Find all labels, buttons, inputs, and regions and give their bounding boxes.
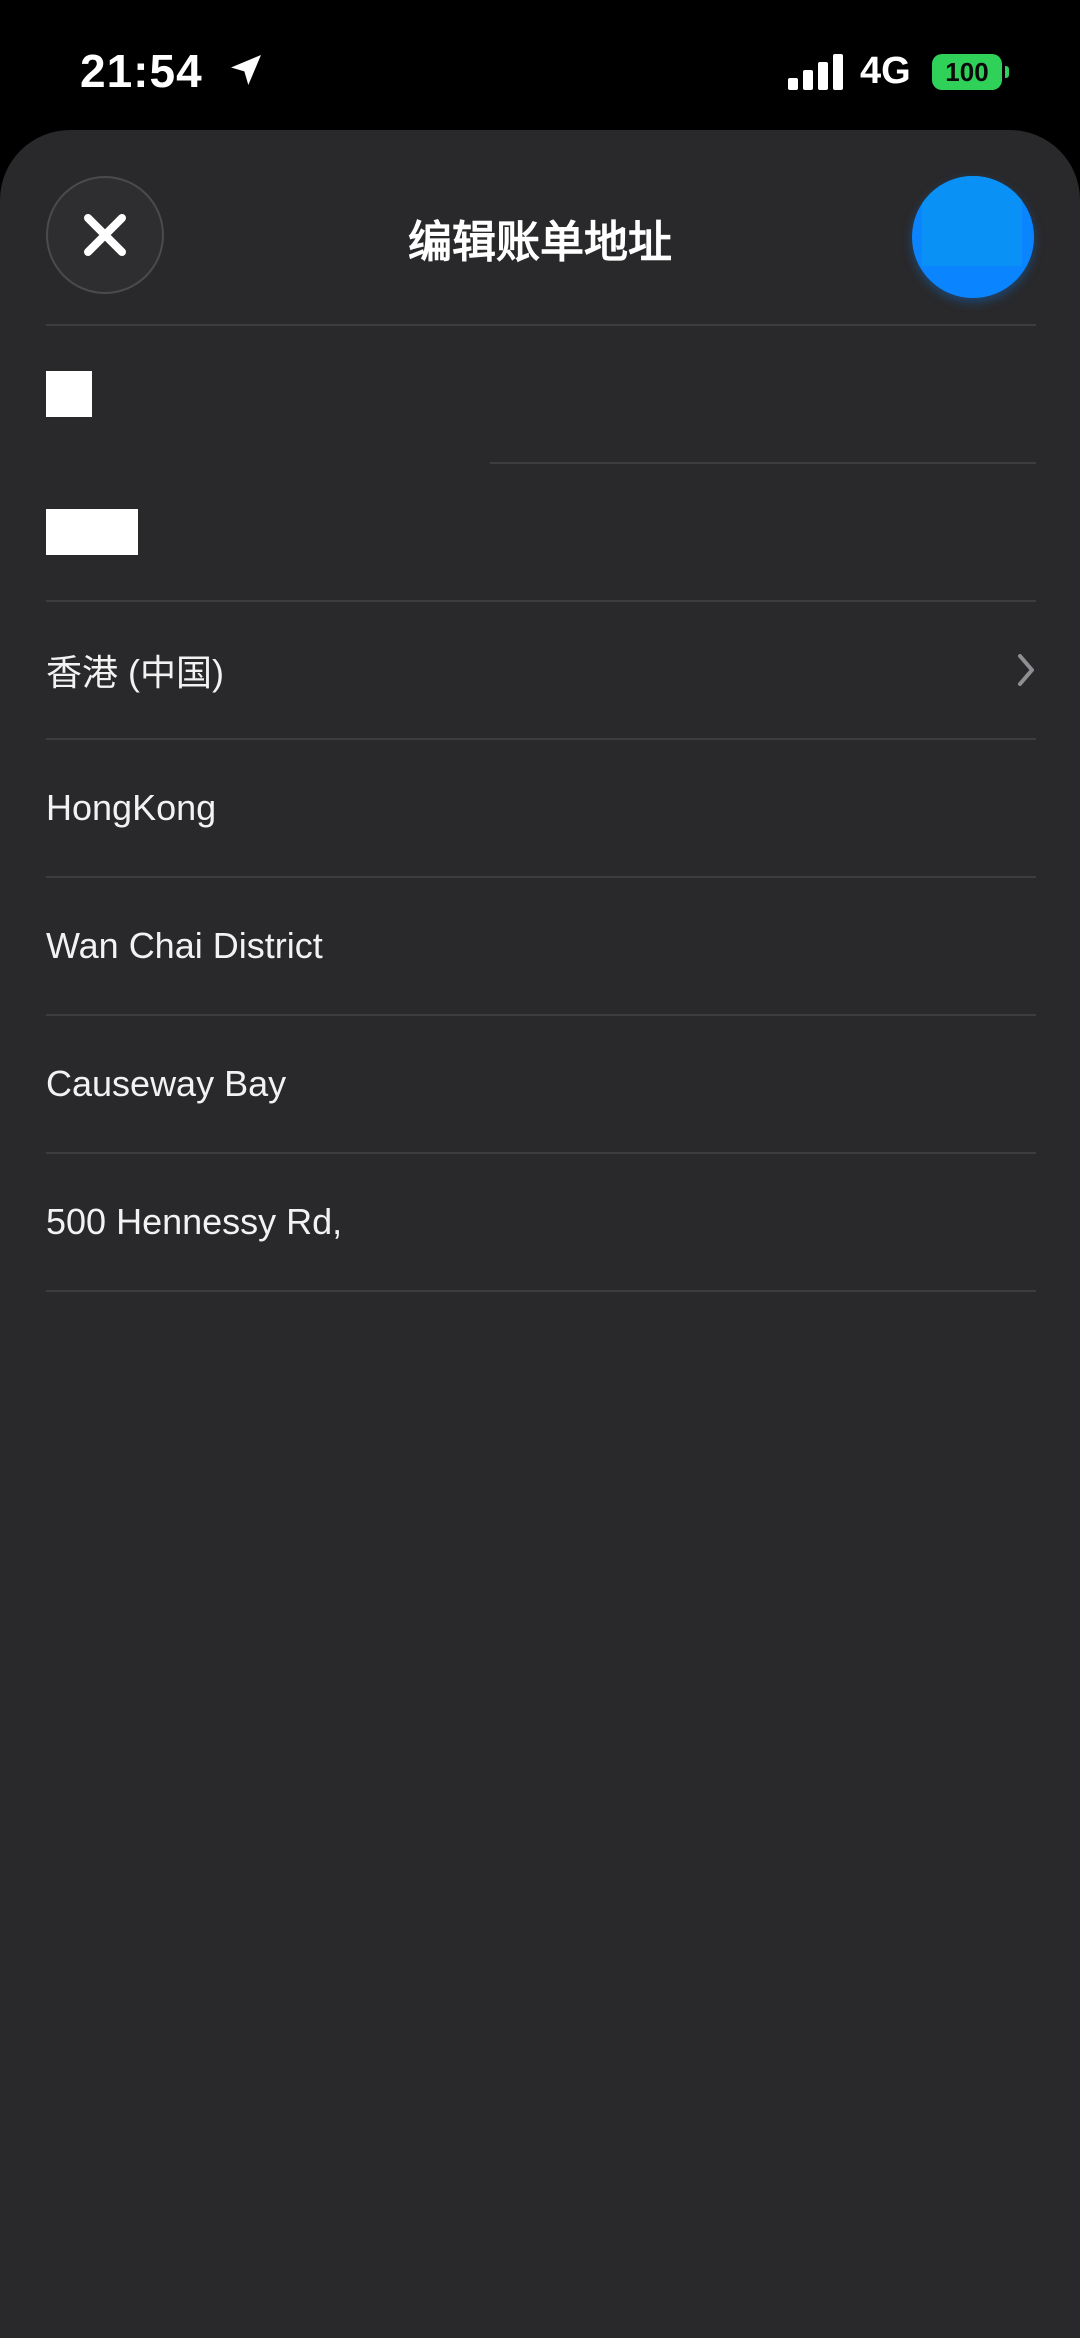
street-value: 500 Hennessy Rd, [46,1201,343,1242]
battery-icon: 100 [932,54,1002,90]
chevron-right-icon [1018,654,1034,686]
district-field[interactable]: Wan Chai District [46,878,1036,1014]
street-field[interactable]: 500 Hennessy Rd, [46,1154,1036,1290]
battery-level: 100 [945,56,989,87]
done-button-face [922,176,1022,266]
city-field[interactable]: HongKong [46,740,1036,876]
first-name-field[interactable] [46,326,1036,462]
status-time: 21:54 [80,45,203,97]
last-name-field[interactable] [46,464,1036,600]
close-button[interactable] [46,176,164,294]
divider [46,1290,1036,1292]
location-arrow-icon [231,55,261,85]
redacted-last-name [46,509,138,555]
country-region-selector[interactable]: 香港 (中国) [46,602,1036,738]
edit-billing-address-sheet: 编辑账单地址 香港 (中国) HongKong Wan Chai Distric… [0,130,1080,2338]
battery-tip [1005,66,1009,78]
cellular-signal-icon [788,54,843,90]
area-value: Causeway Bay [46,1063,287,1104]
city-value: HongKong [46,787,217,828]
district-value: Wan Chai District [46,925,323,966]
network-type: 4G [860,50,911,92]
done-button[interactable] [912,176,1034,298]
area-field[interactable]: Causeway Bay [46,1016,1036,1152]
redacted-first-name [46,371,92,417]
page-title: 编辑账单地址 [408,218,672,267]
status-bar: 21:54 4G 100 [0,0,1080,130]
close-icon [84,214,126,256]
country-value: 香港 (中国) [46,652,224,693]
